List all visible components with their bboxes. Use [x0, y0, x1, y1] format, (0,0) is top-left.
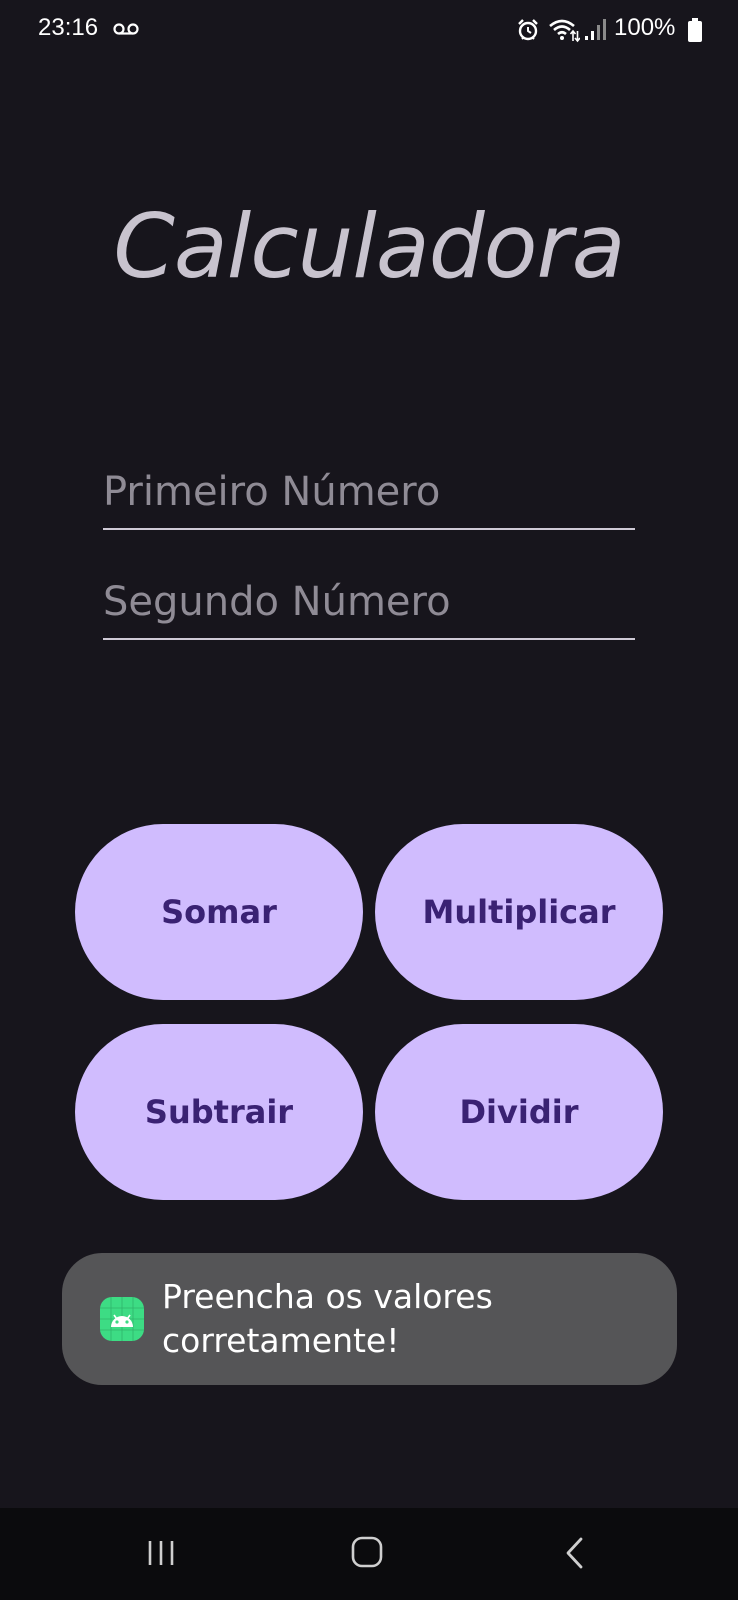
- status-time: 23:16: [38, 14, 99, 41]
- subtract-button[interactable]: Subtrair: [75, 1024, 363, 1200]
- alarm-icon: [518, 19, 538, 41]
- navigation-bar: [0, 1508, 738, 1600]
- battery-icon: [688, 18, 702, 42]
- toast-notification: Preencha os valores corretamente!: [62, 1253, 677, 1385]
- app-title: Calculadora: [113, 195, 625, 298]
- first-number-input[interactable]: [103, 460, 635, 530]
- status-bar: 23:16 100%: [0, 0, 738, 60]
- battery-percent: 100%: [614, 14, 676, 41]
- back-icon[interactable]: [563, 1536, 585, 1570]
- voicemail-icon: [113, 23, 139, 35]
- home-icon[interactable]: [351, 1536, 383, 1568]
- toast-message: Preencha os valores corretamente!: [162, 1277, 493, 1360]
- second-number-input[interactable]: [103, 570, 635, 640]
- recents-icon[interactable]: [146, 1538, 176, 1568]
- add-button[interactable]: Somar: [75, 824, 363, 1000]
- divide-button[interactable]: Dividir: [375, 1024, 663, 1200]
- multiply-button[interactable]: Multiplicar: [375, 824, 663, 1000]
- wifi-icon: [549, 19, 580, 43]
- android-app-icon: [100, 1297, 144, 1341]
- signal-icon: [585, 19, 606, 40]
